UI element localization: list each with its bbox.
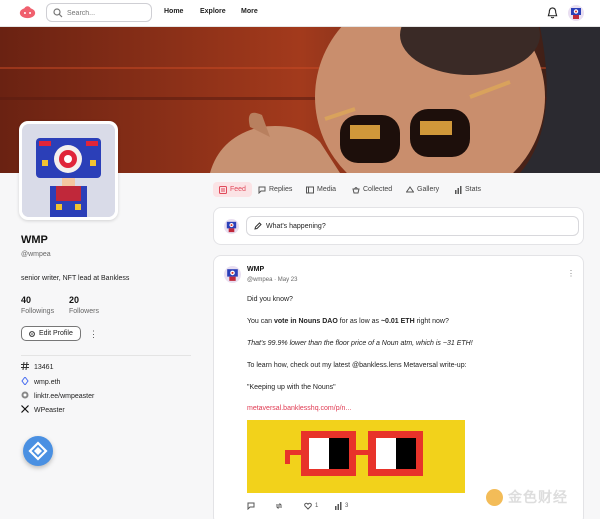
followers-count[interactable]: 20 bbox=[69, 295, 79, 305]
post-text-segment: You can bbox=[247, 318, 274, 325]
stats-count: 3 bbox=[345, 503, 349, 509]
post-text-line: You can vote in Nouns DAO for as low as … bbox=[247, 318, 449, 325]
bar-chart-icon bbox=[335, 502, 342, 510]
profile-avatar bbox=[19, 121, 118, 220]
post-author-handle[interactable]: @wmpea bbox=[247, 277, 272, 283]
meta-profile-id: 13461 bbox=[21, 362, 53, 371]
watermark-logo-icon bbox=[486, 488, 503, 506]
post-link[interactable]: metaversal.banklesshq.com/p/n... bbox=[247, 405, 351, 412]
composer-avatar bbox=[224, 219, 239, 234]
search-icon bbox=[53, 8, 63, 18]
link-icon bbox=[21, 391, 29, 399]
tab-gallery-label: Gallery bbox=[417, 186, 440, 193]
search-box[interactable] bbox=[46, 3, 152, 22]
pencil-icon bbox=[254, 222, 262, 230]
post-text-line: Did you know? bbox=[247, 296, 293, 303]
heart-icon bbox=[304, 502, 312, 510]
meta-profile-id-text: 13461 bbox=[34, 364, 54, 371]
bell-icon[interactable] bbox=[547, 7, 558, 19]
meta-website[interactable]: linktr.ee/wmpeaster bbox=[21, 391, 94, 400]
edit-profile-label: Edit Profile bbox=[39, 330, 73, 337]
stats-icon bbox=[455, 185, 462, 194]
meta-website-text: linktr.ee/wmpeaster bbox=[34, 393, 95, 400]
whats-happening-input[interactable]: What's happening? bbox=[246, 216, 579, 236]
composer-placeholder: What's happening? bbox=[266, 223, 326, 230]
reply-icon bbox=[258, 186, 266, 194]
stats-action[interactable]: 3 bbox=[334, 502, 348, 510]
post-author-name[interactable]: WMP bbox=[247, 266, 264, 273]
post-avatar[interactable] bbox=[224, 266, 241, 283]
tab-media[interactable]: Media bbox=[300, 182, 342, 197]
nav-more[interactable]: More bbox=[241, 8, 258, 15]
tab-collected[interactable]: Collected bbox=[346, 182, 398, 197]
meta-twitter[interactable]: WPeaster bbox=[21, 405, 65, 414]
post-text-segment: right now? bbox=[414, 318, 449, 325]
tab-feed[interactable]: Feed bbox=[213, 182, 252, 197]
post-text-segment: for as low as bbox=[337, 318, 381, 325]
tab-stats-label: Stats bbox=[465, 186, 481, 193]
diamond-icon bbox=[28, 441, 48, 461]
tab-replies-label: Replies bbox=[269, 186, 293, 193]
post-text-bold: ~0.01 ETH bbox=[380, 318, 415, 325]
post-date: May 23 bbox=[277, 277, 298, 283]
avatar-illustration bbox=[22, 124, 115, 217]
post-author-meta: @wmpea · May 23 bbox=[247, 277, 298, 283]
floating-action-button[interactable] bbox=[23, 436, 53, 466]
post-text-line: "Keeping up with the Nouns" bbox=[247, 384, 336, 391]
tab-replies[interactable]: Replies bbox=[252, 182, 298, 197]
like-action[interactable]: 1 bbox=[304, 502, 318, 510]
gear-icon bbox=[29, 331, 35, 337]
meta-twitter-text: WPeaster bbox=[34, 407, 65, 414]
gallery-icon bbox=[406, 185, 414, 192]
tab-stats[interactable]: Stats bbox=[448, 182, 487, 197]
top-nav: Home Explore More bbox=[0, 0, 600, 27]
post-text-line: That's 99.9% lower than the floor price … bbox=[247, 340, 473, 347]
comment-action[interactable] bbox=[247, 502, 258, 510]
post-more-icon[interactable]: ⋮ bbox=[567, 269, 575, 278]
post-card: WMP @wmpea · May 23 ⋮ Did you know? You … bbox=[213, 255, 584, 519]
x-icon bbox=[21, 405, 29, 413]
user-avatar[interactable] bbox=[568, 5, 584, 21]
hash-icon bbox=[21, 362, 29, 370]
profile-name: WMP bbox=[21, 234, 48, 246]
nav-explore[interactable]: Explore bbox=[200, 8, 226, 15]
post-text-line: To learn how, check out my latest @bankl… bbox=[247, 362, 467, 369]
search-input[interactable] bbox=[67, 7, 147, 19]
collect-icon bbox=[352, 186, 360, 193]
tab-media-label: Media bbox=[317, 186, 337, 193]
like-count: 1 bbox=[315, 503, 319, 509]
followings-label[interactable]: Followings bbox=[21, 308, 54, 315]
post-image[interactable] bbox=[247, 420, 465, 493]
nouns-glasses-image bbox=[247, 420, 465, 493]
feed-icon bbox=[219, 185, 227, 194]
comment-icon bbox=[247, 502, 255, 510]
followings-count[interactable]: 40 bbox=[21, 295, 31, 305]
followers-label[interactable]: Followers bbox=[69, 308, 99, 315]
nav-home[interactable]: Home bbox=[164, 8, 183, 15]
mirror-action[interactable] bbox=[275, 502, 286, 510]
meta-ens-text: wmp.eth bbox=[34, 379, 61, 386]
meta-ens[interactable]: wmp.eth bbox=[21, 377, 60, 386]
post-composer: What's happening? bbox=[213, 207, 584, 245]
divider bbox=[21, 355, 191, 356]
profile-handle: @wmpea bbox=[21, 251, 51, 258]
tab-gallery[interactable]: Gallery bbox=[400, 182, 445, 197]
mirror-icon bbox=[275, 503, 283, 509]
ens-icon bbox=[21, 377, 29, 385]
edit-profile-button[interactable]: Edit Profile bbox=[21, 326, 81, 341]
watermark: 金色财经 bbox=[486, 487, 568, 507]
profile-bio: senior writer, NFT lead at Bankless bbox=[21, 275, 130, 282]
tab-feed-label: Feed bbox=[230, 186, 246, 193]
tab-collected-label: Collected bbox=[363, 186, 393, 193]
profile-more-icon[interactable]: ⋮ bbox=[89, 329, 98, 340]
post-text-bold: vote in Nouns DAO bbox=[274, 318, 338, 325]
watermark-text: 金色财经 bbox=[508, 489, 568, 505]
lens-logo-icon[interactable] bbox=[19, 6, 36, 20]
media-icon bbox=[306, 186, 314, 193]
